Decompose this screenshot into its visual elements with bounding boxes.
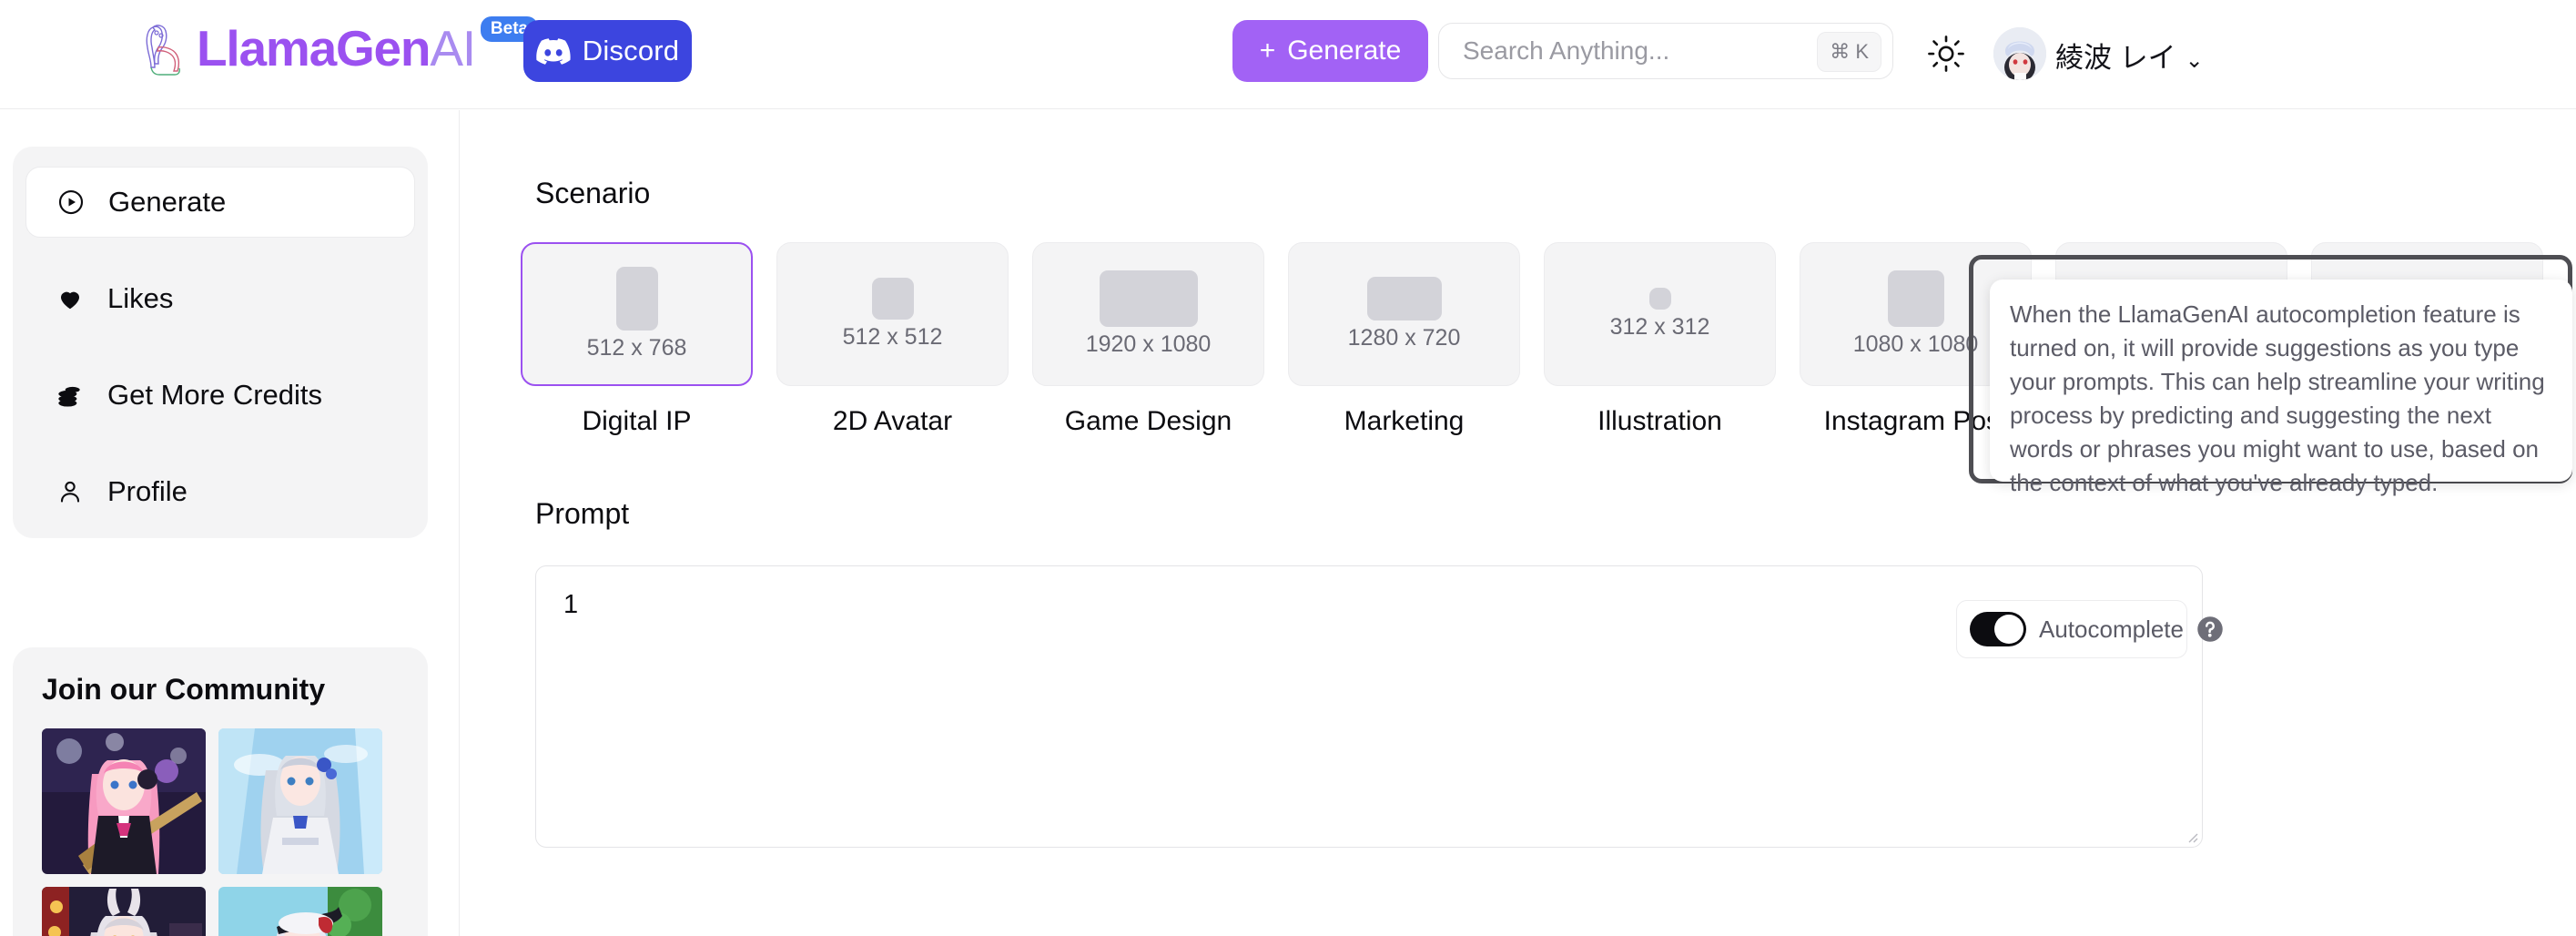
scenario-dimension: 312 x 312 — [1609, 314, 1710, 340]
coins-icon — [55, 380, 86, 411]
sidebar-item-likes[interactable]: Likes — [25, 263, 415, 334]
scenario-dimension: 512 x 768 — [586, 335, 687, 361]
scenario-card-2d-avatar[interactable]: 512 x 512 2D Avatar — [776, 242, 1009, 452]
prompt-section-label: Prompt — [535, 497, 630, 530]
sidebar-item-profile[interactable]: Profile — [25, 456, 415, 527]
scenario-preview: 1280 x 720 — [1288, 242, 1520, 386]
generate-button[interactable]: + Generate — [1232, 20, 1428, 82]
sidebar-item-label: Profile — [107, 475, 188, 507]
discord-button-label: Discord — [582, 35, 680, 66]
sidebar: Generate Likes Get More Credits Profile … — [0, 110, 460, 936]
discord-icon — [536, 37, 571, 65]
aspect-placeholder — [1887, 270, 1944, 327]
aspect-placeholder — [1366, 277, 1442, 320]
question-mark-circle-icon[interactable] — [2196, 616, 2224, 643]
app-header: LlamaGenAI Beta Discord + Generate Searc… — [0, 0, 2576, 109]
scenario-card-game-design[interactable]: 1920 x 1080 Game Design — [1032, 242, 1264, 452]
logo-primary: LlamaGen — [197, 20, 431, 76]
discord-button[interactable]: Discord — [523, 20, 692, 82]
play-circle-icon — [56, 187, 86, 218]
scenario-dimension: 1920 x 1080 — [1085, 331, 1212, 357]
scenario-dimension: 1280 x 720 — [1347, 325, 1461, 351]
sidebar-item-label: Generate — [108, 186, 227, 218]
sidebar-item-generate[interactable]: Generate — [25, 167, 415, 238]
scenario-name: Illustration — [1597, 406, 1722, 436]
scenario-card-marketing[interactable]: 1280 x 720 Marketing — [1288, 242, 1520, 452]
avatar[interactable] — [1993, 27, 2046, 80]
sidebar-item-label: Likes — [107, 282, 174, 314]
scenario-name: 2D Avatar — [832, 406, 953, 436]
search-shortcut-badge: ⌘ K — [1817, 32, 1881, 72]
white-hat-sailor-girl-thumb — [218, 887, 382, 936]
prompt-textarea[interactable]: 1 — [535, 565, 2203, 848]
search-box[interactable]: Search Anything... ⌘ K — [1438, 23, 1893, 79]
autocomplete-tooltip: When the LlamaGenAI autocompletion featu… — [1990, 280, 2572, 496]
aspect-placeholder — [615, 267, 658, 331]
scenario-section-label: Scenario — [535, 177, 651, 209]
user-menu[interactable]: 綾波 レイ ⌄ — [2055, 35, 2204, 76]
aspect-placeholder — [871, 278, 914, 320]
prompt-value: 1 — [563, 590, 579, 619]
user-name-label: 綾波 レイ — [2055, 42, 2176, 74]
sun-icon[interactable] — [1927, 35, 1965, 73]
llama-logo-icon — [146, 25, 180, 76]
scenario-name: Digital IP — [582, 406, 692, 436]
community-thumb[interactable] — [42, 887, 206, 936]
pink-hair-guitarist-thumb — [42, 728, 206, 874]
community-title: Join our Community — [42, 673, 326, 706]
scenario-preview: 312 x 312 — [1544, 242, 1776, 386]
sidebar-nav-card: Generate Likes Get More Credits Profile — [13, 147, 428, 538]
aspect-placeholder — [1648, 288, 1671, 310]
autocomplete-label: Autocomplete — [2039, 615, 2184, 643]
autocomplete-toggle[interactable] — [1970, 612, 2026, 646]
community-thumb[interactable] — [42, 728, 206, 874]
heart-icon — [55, 283, 86, 314]
scenario-preview: 512 x 768 — [521, 242, 753, 386]
scenario-dimension: 512 x 512 — [842, 324, 943, 350]
scenario-card-digital-ip[interactable]: 512 x 768 Digital IP — [521, 242, 753, 452]
silver-hair-blue-dress-thumb — [218, 728, 382, 874]
aspect-placeholder — [1099, 270, 1198, 327]
logo-block[interactable]: LlamaGenAI Beta — [137, 16, 539, 76]
autocomplete-control[interactable]: Autocomplete — [1956, 600, 2223, 658]
community-thumb[interactable] — [218, 887, 382, 936]
person-icon — [55, 476, 86, 507]
scenario-name: Marketing — [1344, 406, 1465, 436]
logo-text: LlamaGenAI — [197, 20, 476, 76]
plus-icon: + — [1259, 36, 1276, 66]
scenario-name: Game Design — [1064, 406, 1232, 436]
community-card: Join our Community — [13, 647, 428, 936]
search-input[interactable]: Search Anything... — [1463, 36, 1669, 66]
scenario-dimension: 1080 x 1080 — [1852, 331, 1979, 357]
tooltip-text: When the LlamaGenAI autocompletion featu… — [2010, 300, 2545, 496]
logo-secondary: AI — [430, 20, 476, 76]
scenario-preview: 1920 x 1080 — [1032, 242, 1264, 386]
community-thumb-grid — [42, 728, 399, 936]
chevron-down-icon: ⌄ — [2185, 48, 2204, 73]
community-thumb[interactable] — [218, 728, 382, 874]
sidebar-item-label: Get More Credits — [107, 379, 323, 411]
avatar-image — [1993, 27, 2046, 80]
bunny-ear-festival-girl-thumb — [42, 887, 206, 936]
sidebar-item-get-more-credits[interactable]: Get More Credits — [25, 360, 415, 431]
main-panel: Scenario 512 x 768 Digital IP 512 x 512 … — [461, 110, 2576, 936]
scenario-preview: 512 x 512 — [776, 242, 1009, 386]
resize-grip-icon[interactable] — [2184, 829, 2198, 843]
toggle-knob — [1994, 615, 2023, 644]
generate-button-label: Generate — [1287, 36, 1402, 66]
scenario-card-illustration[interactable]: 312 x 312 Illustration — [1544, 242, 1776, 452]
